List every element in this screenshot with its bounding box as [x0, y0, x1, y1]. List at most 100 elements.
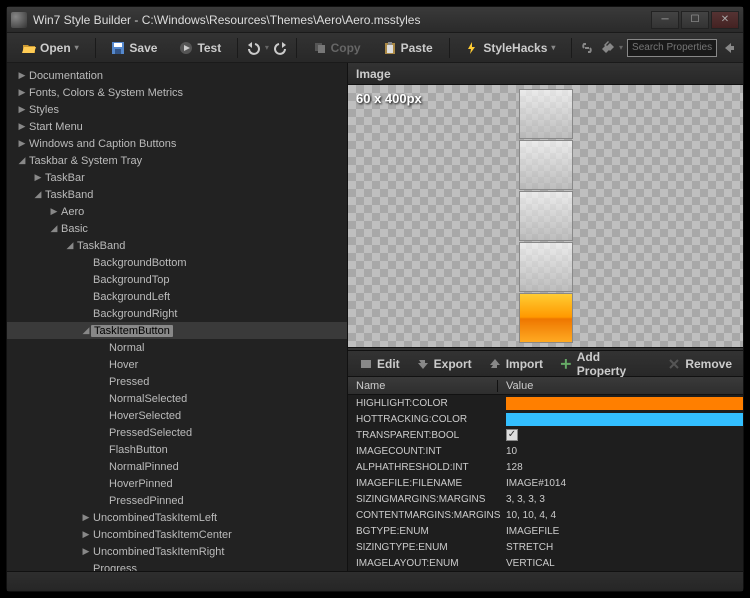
property-row[interactable]: BGTYPE:ENUMIMAGEFILE [348, 523, 743, 539]
tree-node[interactable]: ◢TaskBand [7, 237, 347, 254]
tree-node[interactable]: ▶Documentation [7, 67, 347, 84]
preview-state [519, 242, 573, 292]
settings-button[interactable] [599, 37, 615, 59]
property-grid[interactable]: HIGHLIGHT:COLORHOTTRACKING:COLORTRANSPAR… [348, 395, 743, 571]
undo-button[interactable] [245, 37, 261, 59]
expand-icon[interactable]: ▶ [17, 104, 27, 115]
tree-label: BackgroundLeft [91, 291, 172, 303]
tree-node[interactable]: NormalSelected [7, 390, 347, 407]
image-preview[interactable]: 60 x 400px [348, 85, 743, 347]
tree-node[interactable]: BackgroundTop [7, 271, 347, 288]
tree-node[interactable]: ▶Fonts, Colors & System Metrics [7, 84, 347, 101]
import-button[interactable]: Import [481, 354, 550, 374]
tree-node[interactable]: ◢Taskbar & System Tray [7, 152, 347, 169]
paste-button[interactable]: Paste [374, 37, 442, 59]
expand-icon[interactable]: ◢ [49, 223, 59, 234]
tree-node[interactable]: NormalPinned [7, 458, 347, 475]
tree-node[interactable]: Normal [7, 339, 347, 356]
tree-node[interactable]: Hover [7, 356, 347, 373]
minimize-button[interactable]: ─ [651, 11, 679, 29]
search-input[interactable] [627, 39, 717, 57]
tree-node[interactable]: BackgroundLeft [7, 288, 347, 305]
property-row[interactable]: IMAGECOUNT:INT10 [348, 443, 743, 459]
tree-node[interactable]: ◢Basic [7, 220, 347, 237]
color-swatch[interactable] [506, 397, 743, 410]
property-row[interactable]: IMAGEFILE:FILENAMEIMAGE#1014 [348, 475, 743, 491]
property-row[interactable]: SIZINGTYPE:ENUMSTRETCH [348, 539, 743, 555]
tree-node[interactable]: Pressed [7, 373, 347, 390]
property-row[interactable]: HIGHLIGHT:COLOR [348, 395, 743, 411]
titlebar[interactable]: Win7 Style Builder - C:\Windows\Resource… [7, 7, 743, 33]
link-button[interactable] [579, 37, 595, 59]
edit-button[interactable]: Edit [352, 354, 407, 374]
tree-node[interactable]: ▶Windows and Caption Buttons [7, 135, 347, 152]
tree-node[interactable]: ▶Aero [7, 203, 347, 220]
tree-panel[interactable]: ▶Documentation▶Fonts, Colors & System Me… [7, 63, 347, 571]
tree-node[interactable]: BackgroundRight [7, 305, 347, 322]
expand-icon[interactable]: ▶ [17, 87, 27, 98]
open-label: Open [40, 41, 71, 55]
tree-label: FlashButton [107, 444, 170, 456]
test-button[interactable]: Test [170, 37, 230, 59]
expand-icon[interactable]: ▶ [81, 546, 91, 557]
property-row[interactable]: HOTTRACKING:COLOR [348, 411, 743, 427]
expand-icon[interactable]: ▶ [17, 70, 27, 81]
expand-icon[interactable]: ◢ [81, 325, 91, 336]
expand-icon[interactable]: ▶ [17, 121, 27, 132]
tree-node[interactable]: Progress [7, 560, 347, 571]
export-button[interactable]: Export [409, 354, 479, 374]
save-icon [111, 41, 125, 55]
paste-icon [383, 41, 397, 55]
tree-node[interactable]: ▶TaskBar [7, 169, 347, 186]
tree-label: Aero [59, 206, 86, 218]
property-row[interactable]: TRANSPARENT:BOOL✓ [348, 427, 743, 443]
open-button[interactable]: Open ▾ [13, 37, 88, 59]
tree-node[interactable]: PressedPinned [7, 492, 347, 509]
redo-button[interactable] [273, 37, 289, 59]
edit-icon [359, 357, 373, 371]
expand-icon[interactable]: ▶ [33, 172, 43, 183]
tree-label: PressedSelected [107, 427, 194, 439]
property-value: 128 [506, 462, 523, 473]
copy-button[interactable]: Copy [304, 37, 370, 59]
close-button[interactable]: ✕ [711, 11, 739, 29]
search-go-button[interactable] [721, 37, 737, 59]
property-row[interactable]: ALPHATHRESHOLD:INT128 [348, 459, 743, 475]
property-row[interactable]: SIZINGMARGINS:MARGINS3, 3, 3, 3 [348, 491, 743, 507]
expand-icon[interactable]: ◢ [33, 189, 43, 200]
tree-node[interactable]: HoverPinned [7, 475, 347, 492]
column-name[interactable]: Name [348, 380, 498, 392]
tree-node[interactable]: BackgroundBottom [7, 254, 347, 271]
color-swatch[interactable] [506, 413, 743, 426]
expand-icon[interactable]: ◢ [17, 155, 27, 166]
tree-node[interactable]: ▶Styles [7, 101, 347, 118]
main-toolbar: Open ▾ Save Test ▾ Copy Paste StyleHacks [7, 33, 743, 63]
tree-label: TaskBand [43, 189, 95, 201]
tree-node[interactable]: ◢TaskItemButton [7, 322, 347, 339]
save-button[interactable]: Save [102, 37, 166, 59]
tree-node[interactable]: ▶Start Menu [7, 118, 347, 135]
tree-node[interactable]: ◢TaskBand [7, 186, 347, 203]
tree-node[interactable]: ▶UncombinedTaskItemCenter [7, 526, 347, 543]
stylehacks-button[interactable]: StyleHacks ▾ [456, 37, 564, 59]
expand-icon[interactable]: ◢ [65, 240, 75, 251]
tree-node[interactable]: HoverSelected [7, 407, 347, 424]
tree-node[interactable]: PressedSelected [7, 424, 347, 441]
tree-node[interactable]: ▶UncombinedTaskItemLeft [7, 509, 347, 526]
expand-icon[interactable]: ▶ [17, 138, 27, 149]
maximize-button[interactable]: ☐ [681, 11, 709, 29]
expand-icon[interactable]: ▶ [81, 512, 91, 523]
expand-icon[interactable]: ▶ [81, 529, 91, 540]
checkbox[interactable]: ✓ [506, 429, 518, 441]
tree-node[interactable]: ▶UncombinedTaskItemRight [7, 543, 347, 560]
tree-node[interactable]: FlashButton [7, 441, 347, 458]
import-icon [488, 357, 502, 371]
tree-label: UncombinedTaskItemLeft [91, 512, 219, 524]
column-value[interactable]: Value [498, 380, 743, 392]
property-row[interactable]: CONTENTMARGINS:MARGINS10, 10, 4, 4 [348, 507, 743, 523]
add-property-button[interactable]: Add Property [552, 347, 658, 381]
property-row[interactable]: IMAGELAYOUT:ENUMVERTICAL [348, 555, 743, 571]
property-value: IMAGEFILE [506, 526, 559, 537]
remove-property-button[interactable]: Remove [660, 354, 739, 374]
expand-icon[interactable]: ▶ [49, 206, 59, 217]
